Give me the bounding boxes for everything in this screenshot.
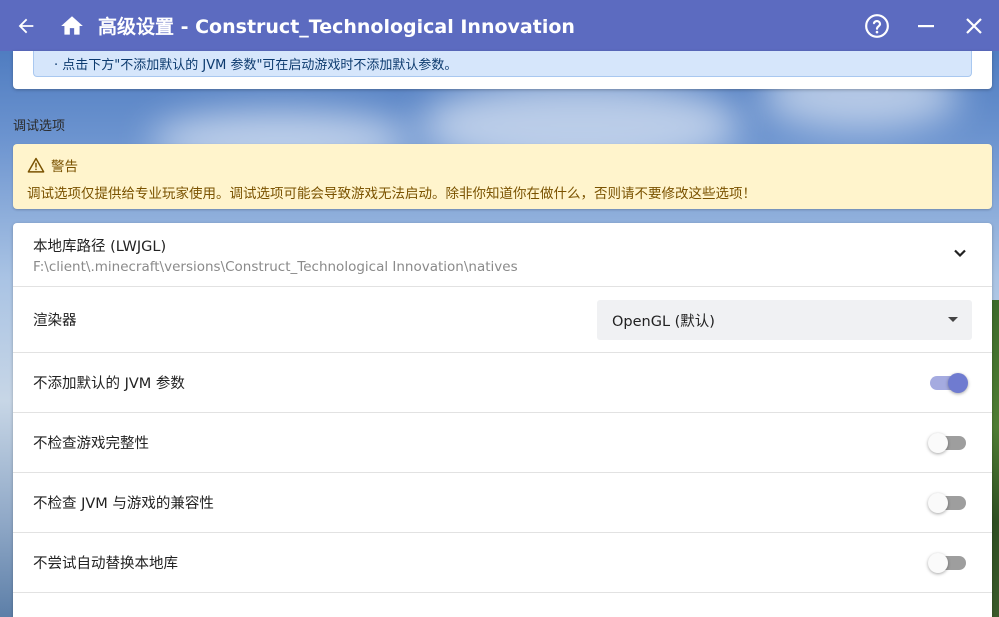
minimize-icon xyxy=(918,24,934,27)
switch-knob xyxy=(928,492,948,513)
warning-triangle-icon xyxy=(27,157,45,173)
no-default-jvm-args-switch[interactable] xyxy=(930,372,968,393)
renderer-label: 渲染器 xyxy=(33,313,77,329)
native-path-row[interactable]: 本地库路径 (LWJGL) F:\client\.minecraft\versi… xyxy=(13,223,992,287)
warning-body: 调试选项仅提供给专业玩家使用。调试选项可能会导致游戏无法启动。除非你知道你在做什… xyxy=(27,186,756,202)
chevron-down-icon[interactable] xyxy=(952,245,968,261)
no-native-replace-switch[interactable] xyxy=(928,552,966,573)
switch-knob xyxy=(928,432,948,453)
no-jvm-check-switch[interactable] xyxy=(928,492,966,513)
help-button[interactable] xyxy=(851,0,903,51)
jvm-args-card: · 点击下方"不添加默认的 JVM 参数"可在启动游戏时不添加默认参数。 xyxy=(13,51,992,89)
toggle-row-no-native-replace[interactable]: 不尝试自动替换本地库 xyxy=(13,533,992,593)
debug-warning-box: 警告 调试选项仅提供给专业玩家使用。调试选项可能会导致游戏无法启动。除非你知道你… xyxy=(13,144,992,209)
window-title: 高级设置 - Construct_Technological Innovatio… xyxy=(98,16,575,38)
renderer-selected-value: OpenGL (默认) xyxy=(612,313,715,330)
settings-scroll-area[interactable]: · 点击下方"不添加默认的 JVM 参数"可在启动游戏时不添加默认参数。 调试选… xyxy=(0,51,999,617)
native-path-value: F:\client\.minecraft\versions\Construct_… xyxy=(33,258,518,275)
toggle-row-no-default-jvm-args[interactable]: 不添加默认的 JVM 参数 xyxy=(13,353,992,413)
minimize-button[interactable] xyxy=(903,0,949,51)
native-path-label: 本地库路径 (LWJGL) xyxy=(33,238,167,255)
list-item-partial[interactable] xyxy=(13,593,992,617)
toggle-label: 不尝试自动替换本地库 xyxy=(33,556,178,572)
renderer-row: 渲染器 OpenGL (默认) xyxy=(13,287,992,353)
toggle-row-no-game-check[interactable]: 不检查游戏完整性 xyxy=(13,413,992,473)
toggle-label: 不添加默认的 JVM 参数 xyxy=(33,376,185,392)
switch-knob xyxy=(948,372,968,393)
dropdown-caret-icon xyxy=(948,317,958,322)
close-icon xyxy=(966,17,982,34)
renderer-select[interactable]: OpenGL (默认) xyxy=(597,300,972,340)
home-icon xyxy=(61,15,83,35)
toggle-label: 不检查游戏完整性 xyxy=(33,436,149,452)
toggle-row-no-jvm-check[interactable]: 不检查 JVM 与游戏的兼容性 xyxy=(13,473,992,533)
toggle-label: 不检查 JVM 与游戏的兼容性 xyxy=(33,496,214,512)
debug-options-list: 本地库路径 (LWJGL) F:\client\.minecraft\versi… xyxy=(13,223,992,617)
debug-section-label: 调试选项 xyxy=(13,119,66,134)
titlebar: 高级设置 - Construct_Technological Innovatio… xyxy=(0,0,999,51)
back-arrow-icon xyxy=(18,18,34,33)
back-button[interactable] xyxy=(0,0,52,51)
no-game-check-switch[interactable] xyxy=(928,432,966,453)
warning-title: 警告 xyxy=(51,159,78,175)
info-notice: · 点击下方"不添加默认的 JVM 参数"可在启动游戏时不添加默认参数。 xyxy=(33,51,972,77)
info-notice-text: · 点击下方"不添加默认的 JVM 参数"可在启动游戏时不添加默认参数。 xyxy=(54,58,458,73)
switch-knob xyxy=(928,552,948,573)
home-button[interactable] xyxy=(52,0,92,51)
help-icon xyxy=(865,13,889,38)
close-button[interactable] xyxy=(949,0,999,51)
